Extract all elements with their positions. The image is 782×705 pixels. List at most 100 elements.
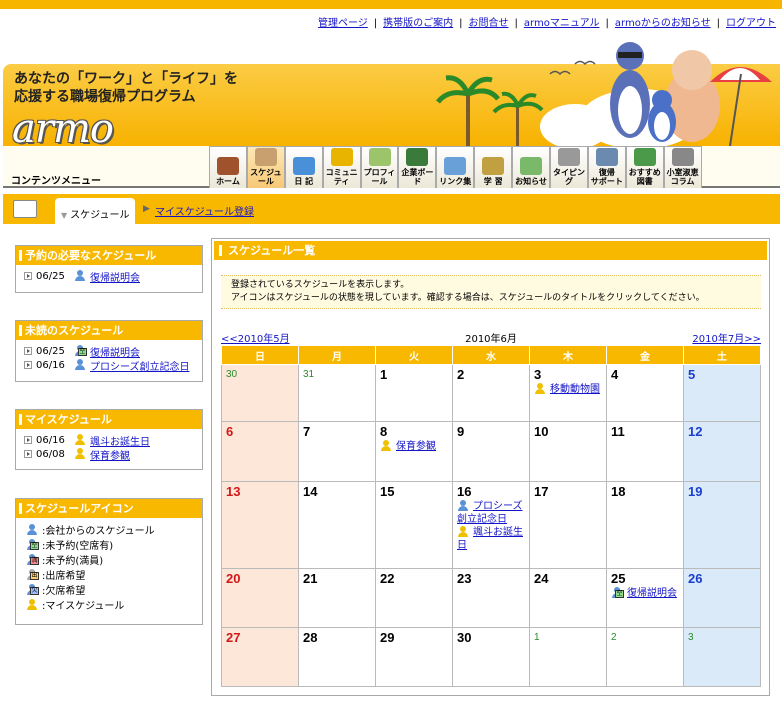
arrow-bullet-icon (24, 272, 32, 280)
calendar-day-cell[interactable]: 3 移動動物園 (529, 364, 607, 422)
top-link[interactable]: お問合せ (469, 18, 509, 29)
tab-schedule[interactable]: ▼ スケジュール (55, 198, 135, 224)
calendar-day-cell[interactable]: 30 (452, 627, 530, 687)
calendar-day-cell[interactable]: 16 プロシーズ創立記念日 颯斗お誕生日 (452, 481, 530, 569)
palm-tree-icon (436, 42, 772, 146)
calendar-day-cell[interactable]: 1 (529, 627, 607, 687)
top-link[interactable]: armoマニュアル (524, 18, 600, 29)
schedule-icon-legend-box: スケジュールアイコン :会社からのスケジュール空:未予約(空席有) 満:未予約(満… (15, 498, 203, 625)
day-number: 7 (303, 424, 311, 439)
status-badge: 空 (78, 348, 87, 356)
nav-button[interactable]: スケジュール (246, 146, 285, 188)
calendar-day-cell[interactable]: 9 (452, 421, 530, 482)
schedule-icon-legend-title: スケジュールアイコン (16, 499, 202, 518)
weekday-header: 火 (375, 345, 453, 365)
link-separator: | (459, 18, 463, 29)
calendar-day-cell[interactable]: 24 (529, 568, 607, 628)
calendar-day-cell[interactable]: 6 (221, 421, 299, 482)
nav-button[interactable]: 学 習 (474, 146, 513, 188)
calendar-day-cell[interactable]: 10 (529, 421, 607, 482)
calendar-day-cell[interactable]: 19 (683, 481, 761, 569)
calendar-day-cell[interactable]: 22 (375, 568, 453, 628)
arrow-bullet-icon (24, 347, 32, 355)
calendar-day-cell[interactable]: 7 (298, 421, 376, 482)
calendar-day-cell[interactable]: 11 (606, 421, 684, 482)
calendar-day-cell[interactable]: 28 (298, 627, 376, 687)
schedule-title-link[interactable]: プロシーズ創立記念日 (90, 358, 190, 373)
nav-button[interactable]: タイピング (550, 146, 588, 188)
calendar-day-cell[interactable]: 18 (606, 481, 684, 569)
calendar-day-cell[interactable]: 21 (298, 568, 376, 628)
calendar-day-cell[interactable]: 3 (683, 627, 761, 687)
nav-button[interactable]: 企業ボード (398, 146, 437, 188)
day-number: 19 (688, 484, 703, 499)
top-link[interactable]: 携帯版のご案内 (383, 18, 453, 29)
calendar-day-cell[interactable]: 27 (221, 627, 299, 687)
calendar-day-cell[interactable]: 23 (452, 568, 530, 628)
top-link[interactable]: armoからのお知らせ (615, 18, 711, 29)
calendar-day-cell[interactable]: 25 空復帰説明会 (606, 568, 684, 628)
nav-button[interactable]: 小室淑恵 コラム (663, 146, 702, 188)
schedule-title-link[interactable]: 復帰説明会 (90, 269, 140, 284)
nav-button[interactable]: リンク集 (436, 146, 475, 188)
weekday-header: 水 (452, 345, 530, 365)
calendar-day-cell[interactable]: 1 (375, 364, 453, 422)
avail-person-icon: 空 (74, 345, 87, 357)
calendar-day-cell[interactable]: 2 (606, 627, 684, 687)
calendar-day-cell[interactable]: 20 (221, 568, 299, 628)
calendar-day-cell[interactable]: 2 (452, 364, 530, 422)
nav-button[interactable]: 日 記 (284, 146, 323, 188)
schedule-title-link[interactable]: 保育参観 (90, 447, 130, 462)
schedule-title-link[interactable]: 復帰説明会 (90, 344, 140, 359)
company-person-icon (26, 523, 39, 536)
calendar-day-cell[interactable]: 14 (298, 481, 376, 569)
legend-row: 満:未予約(満員) (24, 552, 202, 567)
top-links: 管理ページ | 携帯版のご案内 | お問合せ | armoマニュアル | armoからのお知らせ… (0, 14, 776, 29)
nav-button[interactable]: おすすめ 図書 (625, 146, 664, 188)
schedule-title-link[interactable]: 颯斗お誕生日 (90, 433, 150, 448)
event-title-link[interactable]: 移動動物園 (550, 384, 600, 395)
nav-button[interactable]: プロフィール (360, 146, 399, 188)
next-month-link[interactable]: 2010年7月>> (692, 330, 761, 345)
calendar-day-cell[interactable]: 5 (683, 364, 761, 422)
nav-button-label: コラム (670, 177, 695, 186)
calendar-day-cell[interactable]: 26 (683, 568, 761, 628)
calendar-day-cell[interactable]: 13 (221, 481, 299, 569)
day-number: 5 (688, 367, 696, 382)
nav-button-label: 日 記 (294, 177, 314, 186)
calendar-day-cell[interactable]: 4 (606, 364, 684, 422)
day-number: 3 (688, 632, 694, 643)
nav-button-label: ホーム (216, 177, 240, 186)
weekday-header: 金 (606, 345, 684, 365)
event-title-link[interactable]: 復帰説明会 (627, 588, 677, 599)
link-separator: | (605, 18, 609, 29)
calendar-day-cell[interactable]: 8 保育参観 (375, 421, 453, 482)
prev-month-link[interactable]: <<2010年5月 (221, 330, 290, 345)
weekday-header: 木 (529, 345, 607, 365)
calendar-event: 空復帰説明会 (611, 587, 679, 600)
nav-button-label: 復帰 (598, 168, 615, 177)
top-link[interactable]: ログアウト (726, 18, 776, 29)
full-person-icon: 満 (26, 553, 39, 566)
day-number: 2 (611, 632, 617, 643)
nav-button-label: リンク集 (439, 177, 472, 186)
calendar-day-cell[interactable]: 31 (298, 364, 376, 422)
legend-row: 欠:欠席希望 (24, 582, 202, 597)
nav-button[interactable]: コミュニティ (322, 146, 361, 188)
weekday-header: 日 (221, 345, 299, 365)
nav-button[interactable]: お知らせ (512, 146, 551, 188)
nav-button[interactable]: 復帰 サポート (587, 146, 626, 188)
calendar-event: 颯斗お誕生日 (457, 526, 525, 552)
my-schedule-register-link[interactable]: マイスケジュール登録 (155, 203, 254, 218)
needs-reservation-list: 06/25 復帰説明会 (16, 265, 202, 287)
event-title-link[interactable]: 保育参観 (396, 441, 436, 452)
calendar-day-cell[interactable]: 29 (375, 627, 453, 687)
nav-button[interactable]: ホーム (209, 146, 247, 188)
calendar-day-cell[interactable]: 15 (375, 481, 453, 569)
top-link[interactable]: 管理ページ (318, 18, 368, 29)
calendar-day-cell[interactable]: 30 (221, 364, 299, 422)
calendar-day-cell[interactable]: 12 (683, 421, 761, 482)
day-number: 6 (226, 424, 234, 439)
calendar-day-cell[interactable]: 17 (529, 481, 607, 569)
schedule-date: 06/08 (36, 448, 65, 460)
